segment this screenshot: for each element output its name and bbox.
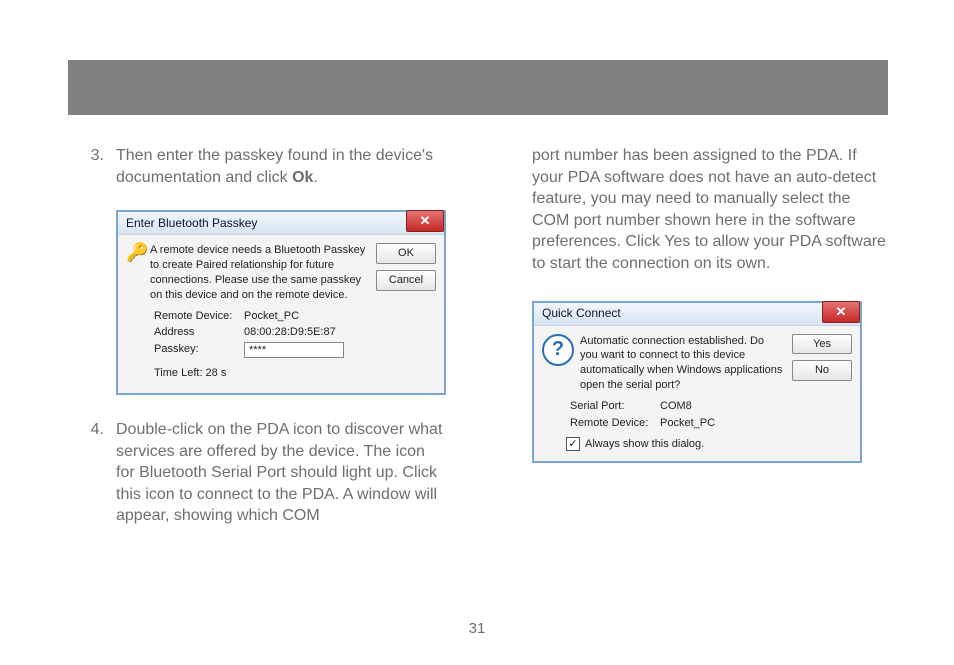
dialog-message-row: ? Automatic connection established. Do y… xyxy=(542,334,784,393)
dialog-body: 🔑 A remote device needs a Bluetooth Pass… xyxy=(118,235,444,393)
remote-device-label: Remote Device: xyxy=(154,309,244,324)
dialog-title: Quick Connect xyxy=(542,305,621,321)
always-show-row: ✓ Always show this dialog. xyxy=(566,437,784,452)
always-show-checkbox[interactable]: ✓ xyxy=(566,437,580,451)
content-columns: 3. Then enter the passkey found in the d… xyxy=(86,145,886,549)
serial-port-row: Serial Port: COM8 xyxy=(570,399,784,414)
step-text-b: . xyxy=(313,169,317,186)
yes-button[interactable]: Yes xyxy=(792,334,852,355)
step-text-a: Then enter the passkey found in the devi… xyxy=(116,147,433,186)
address-value: 08:00:28:D9:5E:87 xyxy=(244,325,336,340)
dialog-message-row: 🔑 A remote device needs a Bluetooth Pass… xyxy=(126,243,368,302)
continuation-text: port number has been assigned to the PDA… xyxy=(532,145,886,275)
passkey-dialog: Enter Bluetooth Passkey ✕ 🔑 A remote dev… xyxy=(116,210,446,395)
serial-port-label: Serial Port: xyxy=(570,399,660,414)
remote-device-value: Pocket_PC xyxy=(660,416,715,431)
remote-device-value: Pocket_PC xyxy=(244,309,299,324)
close-icon[interactable]: ✕ xyxy=(822,301,860,323)
key-icon: 🔑 xyxy=(126,243,144,267)
timeleft-label: Time Left: 28 s xyxy=(154,366,226,381)
right-column: port number has been assigned to the PDA… xyxy=(532,145,886,549)
header-bar xyxy=(68,60,888,115)
dialog-left: ? Automatic connection established. Do y… xyxy=(542,334,784,452)
step-number: 4. xyxy=(86,419,104,527)
timeleft-row: Time Left: 28 s xyxy=(154,366,368,381)
passkey-label: Passkey: xyxy=(154,342,244,358)
dialog-titlebar: Quick Connect ✕ xyxy=(534,303,860,326)
step-bold: Ok xyxy=(292,169,313,186)
no-button[interactable]: No xyxy=(792,360,852,381)
passkey-row: Passkey: **** xyxy=(154,342,368,358)
remote-device-row: Remote Device: Pocket_PC xyxy=(570,416,784,431)
cancel-button[interactable]: Cancel xyxy=(376,270,436,291)
always-show-label: Always show this dialog. xyxy=(585,437,704,452)
step-number: 3. xyxy=(86,145,104,188)
page-number: 31 xyxy=(0,620,954,637)
step-text: Then enter the passkey found in the devi… xyxy=(116,145,446,188)
quick-connect-dialog: Quick Connect ✕ ? Automatic connection e… xyxy=(532,301,862,464)
dialog-buttons: Yes No xyxy=(792,334,852,452)
passkey-input[interactable]: **** xyxy=(244,342,344,358)
dialog-left: 🔑 A remote device needs a Bluetooth Pass… xyxy=(126,243,368,383)
step-text: Double-click on the PDA icon to discover… xyxy=(116,419,446,527)
ok-button[interactable]: OK xyxy=(376,243,436,264)
serial-port-value: COM8 xyxy=(660,399,692,414)
step-text-a: Double-click on the PDA icon to discover… xyxy=(116,421,442,524)
step-3: 3. Then enter the passkey found in the d… xyxy=(86,145,446,188)
address-row: Address 08:00:28:D9:5E:87 xyxy=(154,325,368,340)
close-icon[interactable]: ✕ xyxy=(406,210,444,232)
address-label: Address xyxy=(154,325,244,340)
question-icon: ? xyxy=(542,334,574,366)
remote-device-label: Remote Device: xyxy=(570,416,660,431)
dialog-message: A remote device needs a Bluetooth Passke… xyxy=(150,243,368,302)
dialog-titlebar: Enter Bluetooth Passkey ✕ xyxy=(118,212,444,235)
step-4: 4. Double-click on the PDA icon to disco… xyxy=(86,419,446,527)
dialog-title: Enter Bluetooth Passkey xyxy=(126,215,257,231)
dialog-body: ? Automatic connection established. Do y… xyxy=(534,326,860,462)
left-column: 3. Then enter the passkey found in the d… xyxy=(86,145,446,549)
dialog-message: Automatic connection established. Do you… xyxy=(580,334,784,393)
remote-device-row: Remote Device: Pocket_PC xyxy=(154,309,368,324)
dialog-buttons: OK Cancel xyxy=(376,243,436,383)
